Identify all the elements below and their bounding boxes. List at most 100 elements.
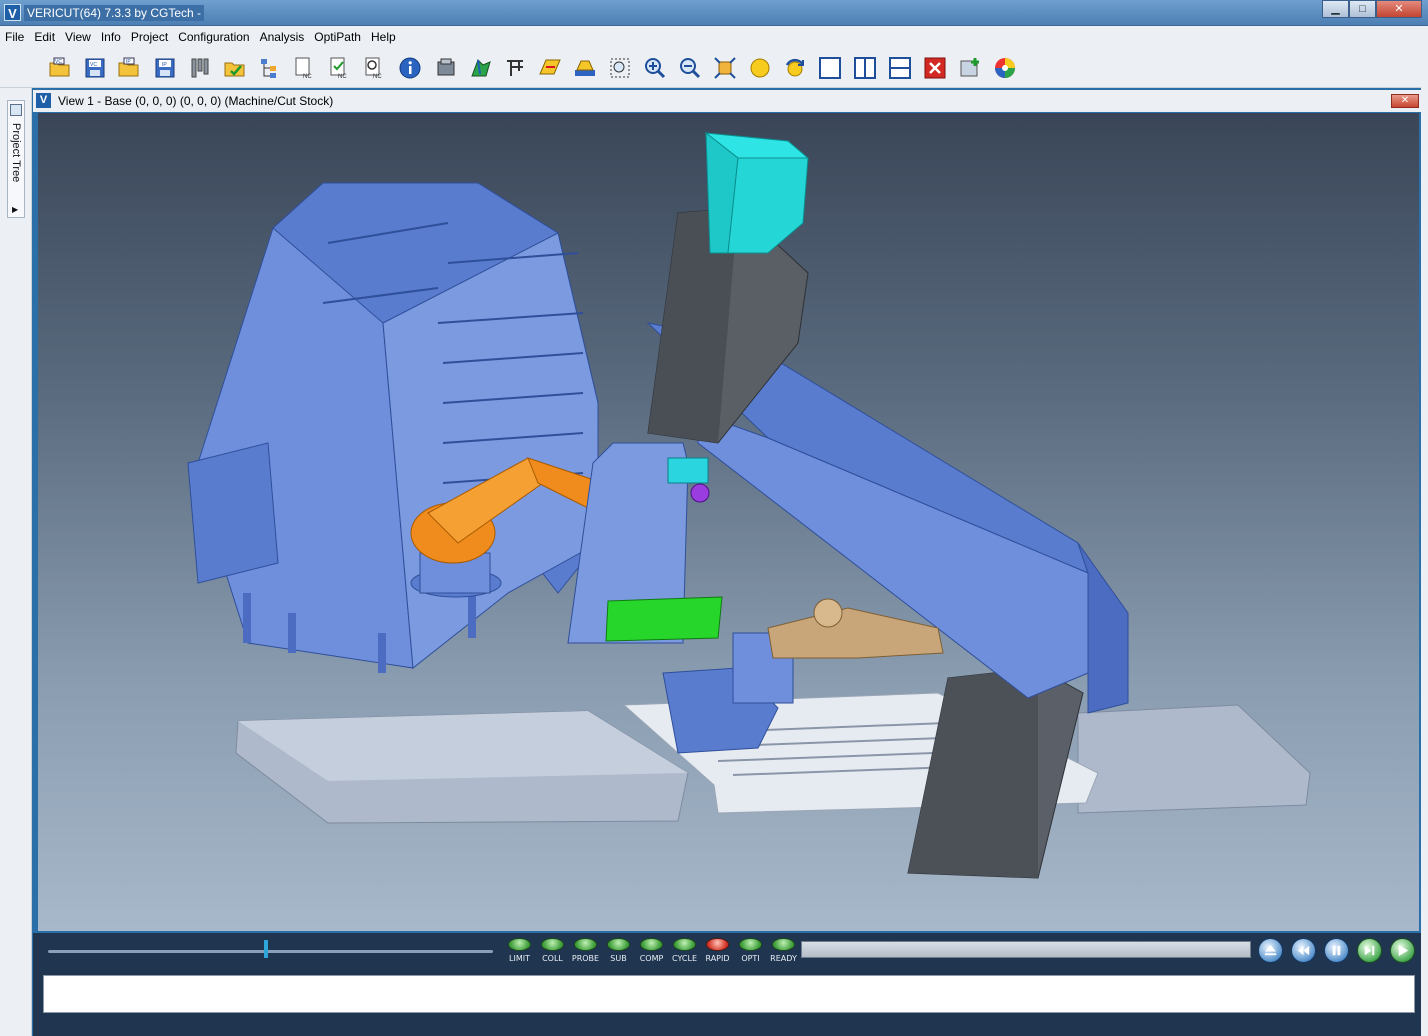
- single-view-icon[interactable]: [817, 55, 843, 81]
- led-ready: READY: [767, 936, 800, 966]
- save-ip-icon[interactable]: IP: [152, 55, 178, 81]
- machine-scene: [187, 131, 1311, 879]
- rewind-button[interactable]: [1291, 938, 1316, 963]
- led-coll-bulb: [541, 938, 564, 951]
- led-comp-bulb: [640, 938, 663, 951]
- menu-project[interactable]: Project: [126, 26, 173, 48]
- open-folder-check-icon[interactable]: [222, 55, 248, 81]
- view-title: View 1 - Base (0, 0, 0) (0, 0, 0) (Machi…: [58, 94, 334, 108]
- led-rapid-label: RAPID: [705, 954, 730, 963]
- svg-text:IP: IP: [162, 62, 167, 68]
- led-probe-bulb: [574, 938, 597, 951]
- main-toolbar: VC VC IP IP NC NC NC: [0, 48, 1428, 88]
- simulation-control-bar: LIMIT COLL PROBE SUB COMP CYCLE RAPID OP…: [33, 933, 1421, 971]
- menu-analysis[interactable]: Analysis: [255, 26, 310, 48]
- log-area: [33, 971, 1421, 1019]
- led-coll: COLL: [536, 936, 569, 966]
- side-panel: Project Tree ▶: [0, 48, 32, 1036]
- window-title: VERICUT(64) 7.3.3 by CGTech -: [24, 5, 205, 21]
- play-button[interactable]: [1390, 938, 1415, 963]
- save-project-icon[interactable]: VC: [82, 55, 108, 81]
- reset-button[interactable]: [1258, 938, 1283, 963]
- model-icon[interactable]: [572, 55, 598, 81]
- machine-settings-icon[interactable]: [433, 55, 459, 81]
- tool-manager-icon[interactable]: [187, 55, 213, 81]
- minimize-button[interactable]: ▁: [1322, 0, 1349, 18]
- svg-text:NC: NC: [338, 74, 347, 80]
- menu-optipath[interactable]: OptiPath: [309, 26, 366, 48]
- project-tree-label: Project Tree: [10, 123, 22, 183]
- speed-slider-thumb[interactable]: [264, 940, 269, 958]
- led-limit-label: LIMIT: [509, 954, 530, 963]
- split-horizontal-icon[interactable]: [887, 55, 913, 81]
- layout-icon[interactable]: [537, 55, 563, 81]
- nc-review-icon[interactable]: NC: [362, 55, 388, 81]
- simulation-progress-bar: [801, 941, 1251, 958]
- led-coll-label: COLL: [542, 954, 563, 963]
- speed-slider-track[interactable]: [48, 950, 493, 953]
- nc-check-icon[interactable]: NC: [327, 55, 353, 81]
- view-icon: V: [36, 93, 51, 108]
- led-probe: PROBE: [569, 936, 602, 966]
- nc-program-icon[interactable]: NC: [292, 55, 318, 81]
- open-ip-icon[interactable]: IP: [116, 55, 142, 81]
- led-probe-label: PROBE: [571, 954, 600, 963]
- message-log[interactable]: [43, 975, 1415, 1013]
- pause-button[interactable]: [1324, 938, 1349, 963]
- light-icon[interactable]: [747, 55, 773, 81]
- led-cycle: CYCLE: [668, 936, 701, 966]
- led-limit-bulb: [508, 938, 531, 951]
- step-button[interactable]: [1357, 938, 1382, 963]
- right-window-edge: [1421, 48, 1428, 1036]
- led-opti-label: OPTI: [741, 954, 760, 963]
- menu-configuration[interactable]: Configuration: [173, 26, 254, 48]
- play-icon: [1398, 944, 1409, 957]
- workpiece-end: [813, 598, 843, 628]
- component-tree-icon[interactable]: [257, 55, 283, 81]
- cut-stock-icon[interactable]: [468, 55, 494, 81]
- enclosure-side-panel: [187, 442, 279, 584]
- menu-info[interactable]: Info: [96, 26, 126, 48]
- svg-text:VC: VC: [55, 59, 62, 65]
- machine-3d-viewport[interactable]: [38, 113, 1419, 931]
- menu-view[interactable]: View: [60, 26, 96, 48]
- playback-controls: [1258, 938, 1415, 963]
- fit-view-icon[interactable]: [712, 55, 738, 81]
- svg-text:IP: IP: [126, 59, 131, 65]
- menu-help[interactable]: Help: [366, 26, 401, 48]
- menu-edit[interactable]: Edit: [29, 26, 60, 48]
- expand-arrow-icon[interactable]: ▶: [12, 205, 18, 214]
- zoom-in-icon[interactable]: [642, 55, 668, 81]
- info-icon[interactable]: [397, 55, 423, 81]
- menu-file[interactable]: File: [0, 26, 29, 48]
- vericut-app-icon: V: [4, 4, 21, 21]
- project-tree-icon: [10, 104, 22, 116]
- spindle-head-side: [727, 157, 809, 254]
- close-button[interactable]: ✕: [1376, 0, 1422, 18]
- split-vertical-icon[interactable]: [852, 55, 878, 81]
- zoom-box-icon[interactable]: [607, 55, 633, 81]
- maximize-button[interactable]: □: [1349, 0, 1376, 18]
- status-leds: LIMIT COLL PROBE SUB COMP CYCLE RAPID OP…: [503, 936, 800, 966]
- svg-text:NC: NC: [373, 74, 382, 80]
- step-icon: [1364, 945, 1375, 956]
- add-view-icon[interactable]: [957, 55, 983, 81]
- workpiece-shaft: [767, 607, 944, 659]
- led-comp-label: COMP: [639, 954, 664, 963]
- color-wheel-icon[interactable]: [992, 55, 1018, 81]
- led-comp: COMP: [635, 936, 668, 966]
- led-ready-bulb: [772, 938, 795, 951]
- open-project-icon[interactable]: VC: [47, 55, 73, 81]
- view-header: V View 1 - Base (0, 0, 0) (0, 0, 0) (Mac…: [33, 90, 1421, 112]
- zoom-out-icon[interactable]: [677, 55, 703, 81]
- fixture-icon[interactable]: [502, 55, 528, 81]
- view-close-button[interactable]: ✕: [1391, 94, 1419, 108]
- close-view-icon[interactable]: [922, 55, 948, 81]
- led-sub-bulb: [607, 938, 630, 951]
- led-ready-label: READY: [770, 954, 797, 963]
- window-controls: ▁ □ ✕: [1322, 0, 1422, 18]
- led-opti: OPTI: [734, 936, 767, 966]
- project-tree-tab[interactable]: Project Tree ▶: [7, 100, 25, 218]
- rotate-icon[interactable]: [782, 55, 808, 81]
- led-sub: SUB: [602, 936, 635, 966]
